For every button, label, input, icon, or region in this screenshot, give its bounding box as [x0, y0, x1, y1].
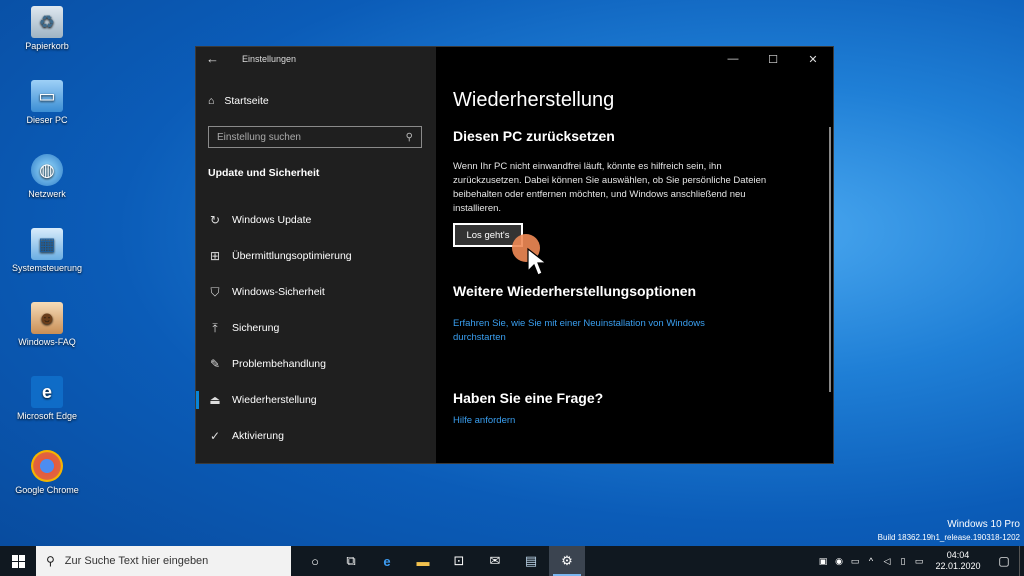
recycle-bin-icon: ♻ [31, 6, 63, 38]
tray-app-icon[interactable]: ◉ [831, 546, 847, 576]
settings-search[interactable]: ⚲ [208, 126, 422, 148]
sidebar-item-windows-update[interactable]: ↻ Windows Update [196, 202, 436, 238]
sidebar-item-troubleshoot[interactable]: ✎ Problembehandlung [196, 346, 436, 382]
desktop-icon-network[interactable]: ◍ Netzwerk [8, 154, 86, 199]
settings-window: ← Einstellungen ⌂ Startseite ⚲ Update un… [195, 46, 834, 464]
control-panel-icon: ▦ [31, 228, 63, 260]
home-icon: ⌂ [208, 95, 215, 107]
desktop-icon-chrome[interactable]: Google Chrome [8, 450, 86, 495]
tray-app-icon[interactable]: ▭ [847, 546, 863, 576]
edge-icon[interactable]: e [369, 546, 405, 576]
reset-description: Wenn Ihr PC nicht einwandfrei läuft, kön… [453, 161, 767, 214]
home-link[interactable]: ⌂ Startseite [208, 95, 269, 107]
chrome-icon [31, 450, 63, 482]
taskbar: ⚲ ○ ⧉ e ▬ ⊡ ✉ ▤ ⚙ ▣ ◉ ▭ ^ ◁ ▯ ▭ 04:04 22… [0, 546, 1024, 576]
volume-icon[interactable]: ◁ [879, 546, 895, 576]
sidebar-item-label: Windows Update [232, 214, 312, 226]
window-title: Einstellungen [242, 54, 297, 64]
recovery-icon: ⏏ [209, 393, 221, 407]
desktop-icon-label: Netzwerk [28, 189, 66, 199]
desktop-icon-this-pc[interactable]: ▭ Dieser PC [8, 80, 86, 125]
settings-search-input[interactable] [217, 131, 397, 143]
desktop-icon-label: Windows-FAQ [18, 337, 76, 347]
section-title: Update und Sicherheit [208, 167, 320, 179]
desktop-icon-edge[interactable]: e Microsoft Edge [8, 376, 86, 421]
cortana-icon[interactable]: ○ [297, 546, 333, 576]
desktop-icon-windows-faq[interactable]: ☻ Windows-FAQ [8, 302, 86, 347]
more-options-heading: Weitere Wiederherstellungsoptionen [453, 283, 697, 299]
watermark-edition: Windows 10 Pro [947, 519, 1020, 530]
taskbar-apps: ○ ⧉ e ▬ ⊡ ✉ ▤ ⚙ [297, 546, 585, 576]
edge-icon: e [31, 376, 63, 408]
desktop-icon-control-panel[interactable]: ▦ Systemsteuerung [8, 228, 86, 273]
store-icon[interactable]: ⊡ [441, 546, 477, 576]
delivery-icon: ⊞ [209, 249, 221, 263]
desktop-icon-label: Dieser PC [26, 115, 68, 125]
get-help-link[interactable]: Hilfe anfordern [453, 415, 515, 426]
start-button[interactable] [0, 546, 36, 576]
wrench-icon: ✎ [209, 357, 221, 371]
sidebar-item-windows-security[interactable]: ⛉ Windows-Sicherheit [196, 274, 436, 310]
back-arrow-icon[interactable]: ← [206, 52, 222, 66]
explorer-icon[interactable]: ▬ [405, 546, 441, 576]
sidebar-item-label: Sicherung [232, 322, 280, 334]
sidebar-item-label: Windows-Sicherheit [232, 286, 325, 298]
network-icon: ◍ [31, 154, 63, 186]
clock-date: 22.01.2020 [935, 561, 981, 571]
desktop-icon-label: Microsoft Edge [16, 411, 78, 421]
sidebar-nav: ↻ Windows Update ⊞ Übermittlungsoptimier… [196, 202, 436, 454]
settings-content: — ☐ ✕ Wiederherstellung Diesen PC zurück… [436, 47, 833, 463]
desktop-icon-label: Papierkorb [25, 41, 69, 51]
fresh-start-link[interactable]: Erfahren Sie, wie Sie mit einer Neuinsta… [453, 317, 753, 345]
windows-watermark: Windows 10 Pro Build 18362.19h1_release.… [878, 518, 1020, 544]
sidebar-item-activation[interactable]: ✓ Aktivierung [196, 418, 436, 454]
refresh-icon: ↻ [209, 213, 221, 227]
window-controls: — ☐ ✕ [713, 47, 833, 71]
task-view-icon[interactable]: ⧉ [333, 546, 369, 576]
taskbar-clock[interactable]: 04:04 22.01.2020 [927, 550, 989, 572]
tray-app-icon[interactable]: ▣ [815, 546, 831, 576]
user-folder-icon: ☻ [31, 302, 63, 334]
desktop-icon-label: Systemsteuerung [11, 263, 83, 273]
question-heading: Haben Sie eine Frage? [453, 390, 604, 406]
watermark-build: Build 18362.19h1_release.190318-1202 [877, 533, 1020, 542]
reset-heading: Diesen PC zurücksetzen [453, 128, 615, 144]
page-title: Wiederherstellung [453, 89, 615, 111]
sidebar-item-recovery[interactable]: ⏏ Wiederherstellung [196, 382, 436, 418]
search-icon[interactable]: ⚲ [406, 132, 413, 143]
sidebar-item-label: Aktivierung [232, 430, 284, 442]
settings-sidebar: ← Einstellungen ⌂ Startseite ⚲ Update un… [196, 47, 436, 463]
network-status-icon[interactable]: ▯ [895, 546, 911, 576]
scrollbar[interactable] [829, 127, 831, 392]
sidebar-item-label: Übermittlungsoptimierung [232, 250, 352, 262]
settings-gear-icon[interactable]: ⚙ [549, 546, 585, 576]
taskbar-search-input[interactable] [64, 555, 265, 567]
computer-icon: ▭ [31, 80, 63, 112]
backup-arrow-icon: ⤒ [212, 320, 218, 335]
maximize-icon[interactable]: ☐ [753, 47, 793, 71]
mail-icon[interactable]: ✉ [477, 546, 513, 576]
show-hidden-icons-icon[interactable]: ^ [863, 546, 879, 576]
home-label: Startseite [224, 95, 269, 107]
search-icon: ⚲ [46, 554, 55, 568]
shield-icon: ⛉ [210, 284, 220, 299]
close-icon[interactable]: ✕ [793, 47, 833, 71]
sidebar-item-delivery-optimization[interactable]: ⊞ Übermittlungsoptimierung [196, 238, 436, 274]
show-desktop-button[interactable] [1019, 546, 1024, 576]
minimize-icon[interactable]: — [713, 47, 753, 71]
battery-icon[interactable]: ▭ [911, 546, 927, 576]
windows-logo-icon [11, 554, 25, 568]
sidebar-item-backup[interactable]: ⤒ Sicherung [196, 310, 436, 346]
mouse-cursor-icon [527, 247, 548, 276]
notification-icon[interactable]: ▢ [989, 546, 1019, 576]
desktop-icon-recycle-bin[interactable]: ♻ Papierkorb [8, 6, 86, 51]
desktop-icon-label: Google Chrome [15, 485, 79, 495]
system-tray: ▣ ◉ ▭ ^ ◁ ▯ ▭ 04:04 22.01.2020 ▢ [815, 546, 1024, 576]
clock-time: 04:04 [946, 550, 970, 560]
check-circle-icon: ✓ [209, 429, 221, 443]
sidebar-item-label: Problembehandlung [232, 358, 326, 370]
taskbar-search[interactable]: ⚲ [36, 546, 291, 576]
notepad-icon[interactable]: ▤ [513, 546, 549, 576]
sidebar-item-label: Wiederherstellung [232, 394, 317, 406]
